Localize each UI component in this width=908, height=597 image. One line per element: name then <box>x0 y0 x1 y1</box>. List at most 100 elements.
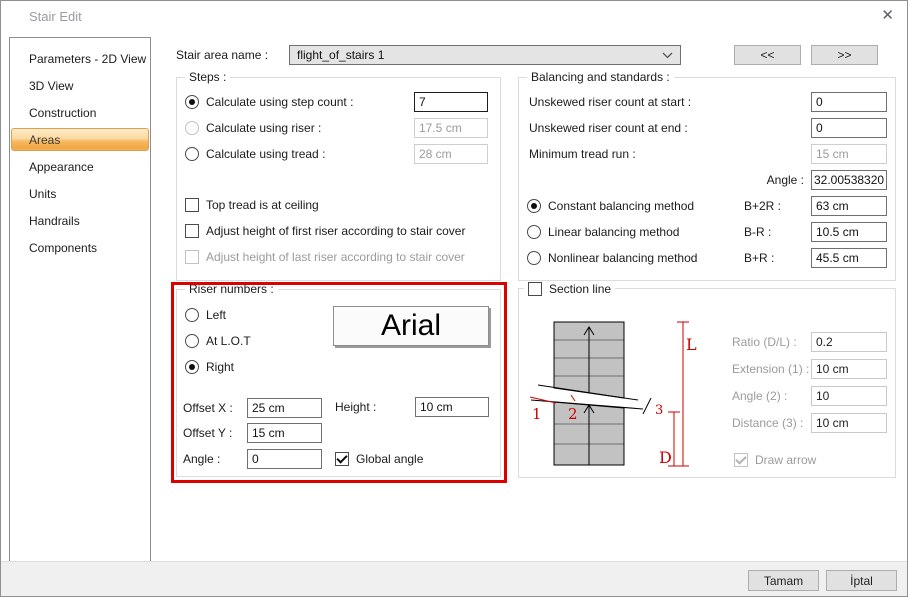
balancing-group: Balancing and standards : Unskewed riser… <box>518 77 896 281</box>
calc-step-count-radio-row[interactable]: Calculate using step count : <box>185 92 353 112</box>
b-plus-r-input[interactable] <box>811 248 887 268</box>
radio-icon[interactable] <box>185 95 199 109</box>
draw-arrow-label: Draw arrow <box>755 453 816 467</box>
height-label: Height : <box>335 400 376 414</box>
calc-riser-label: Calculate using riser : <box>206 121 321 135</box>
b-minus-r-label: B-R : <box>744 225 771 239</box>
adjust-last-riser-checkbox-row: Adjust height of last riser according to… <box>185 249 465 265</box>
previous-area-button[interactable]: << <box>734 45 801 65</box>
b-plus-r-label: B+R : <box>744 251 774 265</box>
b-plus-2r-input[interactable] <box>811 196 887 216</box>
b-plus-2r-label: B+2R : <box>744 199 781 213</box>
sidebar: Parameters - 2D View 3D View Constructio… <box>9 37 151 562</box>
radio-icon[interactable] <box>527 199 541 213</box>
sidebar-item-parameters-2d-view[interactable]: Parameters - 2D View <box>10 45 150 72</box>
riser-left-radio-row[interactable]: Left <box>185 307 226 323</box>
adjust-first-riser-checkbox-row[interactable]: Adjust height of first riser according t… <box>185 223 465 239</box>
steps-group-title: Steps : <box>185 70 230 84</box>
steps-group: Steps : Calculate using step count : Cal… <box>176 77 501 281</box>
radio-icon[interactable] <box>185 308 199 322</box>
checkbox-icon <box>734 453 748 467</box>
riser-numbers-group: Riser numbers : Left At L.O.T Right Aria… <box>176 289 501 477</box>
checkbox-icon[interactable] <box>185 224 199 238</box>
adjust-first-riser-label: Adjust height of first riser according t… <box>206 224 465 238</box>
sidebar-item-3d-view[interactable]: 3D View <box>10 72 150 99</box>
ok-button[interactable]: Tamam <box>748 570 819 591</box>
stair-area-name-label: Stair area name : <box>176 48 268 62</box>
nonlinear-balancing-label: Nonlinear balancing method <box>548 251 697 265</box>
min-tread-run-label: Minimum tread run : <box>529 147 636 161</box>
calc-tread-radio-row[interactable]: Calculate using tread : <box>185 144 325 164</box>
distance-label: Distance (3) : <box>732 416 803 430</box>
top-tread-ceiling-checkbox-row[interactable]: Top tread is at ceiling <box>185 197 319 213</box>
sidebar-item-components[interactable]: Components <box>10 234 150 261</box>
diagram-label-1: 1 <box>532 405 542 423</box>
riser-angle-label: Angle : <box>183 452 220 466</box>
unskewed-start-input[interactable] <box>811 92 887 112</box>
tread-input <box>414 144 488 164</box>
balancing-angle-label: Angle : <box>699 173 804 187</box>
offset-x-input[interactable] <box>247 398 322 418</box>
font-select-button[interactable]: Arial <box>333 306 489 346</box>
section-angle-input <box>811 386 887 406</box>
radio-icon[interactable] <box>185 121 199 135</box>
calc-riser-radio-row[interactable]: Calculate using riser : <box>185 118 321 138</box>
distance-input <box>811 413 887 433</box>
global-angle-label: Global angle <box>356 452 423 466</box>
riser-input <box>414 118 488 138</box>
ratio-input <box>811 332 887 352</box>
sidebar-item-construction[interactable]: Construction <box>10 99 150 126</box>
b-minus-r-input[interactable] <box>811 222 887 242</box>
cancel-button[interactable]: İptal <box>826 570 897 591</box>
nonlinear-balancing-radio-row[interactable]: Nonlinear balancing method <box>527 248 697 268</box>
riser-right-label: Right <box>206 360 234 374</box>
footer-bar: Tamam İptal <box>1 561 907 596</box>
close-icon[interactable]: ✕ <box>881 7 894 25</box>
sidebar-item-units[interactable]: Units <box>10 180 150 207</box>
section-angle-label: Angle (2) : <box>732 389 787 403</box>
offset-y-label: Offset Y : <box>183 426 232 440</box>
unskewed-start-label: Unskewed riser count at start : <box>529 95 691 109</box>
riser-numbers-group-title: Riser numbers : <box>185 282 278 296</box>
constant-balancing-radio-row[interactable]: Constant balancing method <box>527 196 694 216</box>
offset-y-input[interactable] <box>247 423 322 443</box>
checkbox-icon <box>185 250 199 264</box>
stair-area-name-select[interactable]: flight_of_stairs 1 <box>289 45 681 65</box>
balancing-angle-input[interactable] <box>811 170 887 190</box>
sidebar-item-handrails[interactable]: Handrails <box>10 207 150 234</box>
draw-arrow-checkbox-row: Draw arrow <box>734 452 816 468</box>
calc-tread-label: Calculate using tread : <box>206 147 325 161</box>
radio-icon[interactable] <box>527 251 541 265</box>
sidebar-item-appearance[interactable]: Appearance <box>10 153 150 180</box>
riser-at-lot-radio-row[interactable]: At L.O.T <box>185 333 251 349</box>
checkbox-icon[interactable] <box>185 198 199 212</box>
sidebar-item-areas[interactable]: Areas <box>11 128 149 151</box>
checkbox-icon[interactable] <box>335 452 349 466</box>
linear-balancing-radio-row[interactable]: Linear balancing method <box>527 222 679 242</box>
ratio-label: Ratio (D/L) : <box>732 335 797 349</box>
step-count-input[interactable] <box>414 92 488 112</box>
calc-step-count-label: Calculate using step count : <box>206 95 353 109</box>
riser-at-lot-label: At L.O.T <box>206 334 251 348</box>
radio-icon[interactable] <box>185 147 199 161</box>
riser-angle-input[interactable] <box>247 449 322 469</box>
unskewed-end-input[interactable] <box>811 118 887 138</box>
height-input[interactable] <box>415 397 489 417</box>
unskewed-end-label: Unskewed riser count at end : <box>529 121 688 135</box>
diagram-label-D: D <box>659 448 672 467</box>
radio-icon[interactable] <box>527 225 541 239</box>
radio-icon[interactable] <box>185 360 199 374</box>
stair-edit-dialog: Stair Edit ✕ Parameters - 2D View 3D Vie… <box>0 0 908 597</box>
stair-section-diagram: 1 2 3 L D <box>524 302 709 470</box>
radio-icon[interactable] <box>185 334 199 348</box>
diagram-label-3: 3 <box>655 403 663 418</box>
constant-balancing-label: Constant balancing method <box>548 199 694 213</box>
section-line-checkbox-row[interactable]: Section line <box>524 282 615 296</box>
checkbox-icon[interactable] <box>528 282 542 296</box>
global-angle-checkbox-row[interactable]: Global angle <box>335 451 423 467</box>
riser-left-label: Left <box>206 308 226 322</box>
adjust-last-riser-label: Adjust height of last riser according to… <box>206 250 465 264</box>
next-area-button[interactable]: >> <box>811 45 878 65</box>
riser-right-radio-row[interactable]: Right <box>185 359 234 375</box>
balancing-group-title: Balancing and standards : <box>527 70 674 84</box>
